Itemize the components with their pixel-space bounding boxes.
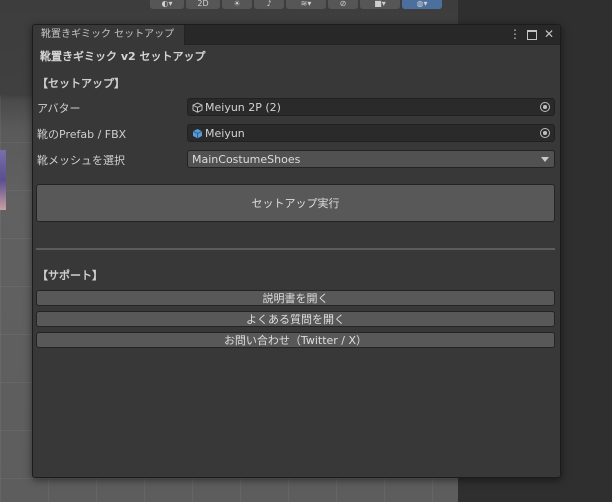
prefab-object-field[interactable]: Meiyun [187,124,555,142]
run-setup-button[interactable]: セットアップ実行 [36,184,555,222]
toggle-2d-button[interactable]: 2D [186,0,220,9]
object-picker-icon[interactable] [540,128,550,138]
camera-icon: ■▾ [374,0,386,8]
audio-toggle-button[interactable]: ♪ [254,0,284,9]
object-picker-icon[interactable] [540,102,550,112]
gameobject-icon [191,101,203,113]
avatar-label: アバター [37,102,81,115]
light-icon: ☀ [233,0,241,8]
eye-off-icon: ⊘ [339,0,347,8]
more-options-icon[interactable]: ⋮ [508,27,522,42]
scene-toolbar: ◐▾ 2D ☀ ♪ ≋▾ ⊘ ■▾ ◍▾ [150,0,442,9]
shading-icon: ◐▾ [161,0,173,8]
section-divider [36,248,555,250]
setup-window: 靴置きギミック セットアップ ⋮ ✕ 靴置きギミック v2 セットアップ 【セッ… [32,24,561,478]
prefab-value: Meiyun [205,126,245,140]
window-controls: ⋮ ✕ [508,27,556,42]
layers-icon: ≋▾ [300,0,312,8]
mesh-dropdown[interactable]: MainCostumeShoes [187,150,555,168]
window-tab[interactable]: 靴置きギミック セットアップ [33,25,186,45]
setup-section-header: 【セットアップ】 [37,77,125,90]
open-faq-button[interactable]: よくある質問を開く [36,311,555,327]
maximize-icon[interactable] [525,27,539,42]
mesh-label: 靴メッシュを選択 [37,154,125,167]
mute-icon: ♪ [266,0,272,8]
close-icon[interactable]: ✕ [542,27,556,42]
window-tab-bar: 靴置きギミック セットアップ ⋮ ✕ [33,25,560,45]
globe-icon: ◍▾ [416,0,428,8]
avatar-value: Meiyun 2P (2) [205,100,281,114]
hidden-objects-button[interactable]: ⊘ [328,0,358,9]
lighting-toggle-button[interactable]: ☀ [222,0,252,9]
prefab-label: 靴のPrefab / FBX [37,128,127,141]
effects-toggle-button[interactable]: ≋▾ [286,0,326,9]
chevron-down-icon [541,156,549,162]
mesh-value: MainCostumeShoes [192,152,301,166]
gizmos-button[interactable]: ◍▾ [402,0,442,9]
camera-settings-button[interactable]: ■▾ [360,0,400,9]
open-manual-button[interactable]: 説明書を開く [36,290,555,306]
avatar-object-field[interactable]: Meiyun 2P (2) [187,98,555,116]
scene-avatar-fragment [0,150,6,210]
contact-button[interactable]: お問い合わせ（Twitter / X） [36,332,555,348]
panel-title: 靴置きギミック v2 セットアップ [40,50,206,63]
support-section-header: 【サポート】 [37,269,103,282]
prefab-icon [191,127,203,139]
shading-mode-button[interactable]: ◐▾ [150,0,184,9]
